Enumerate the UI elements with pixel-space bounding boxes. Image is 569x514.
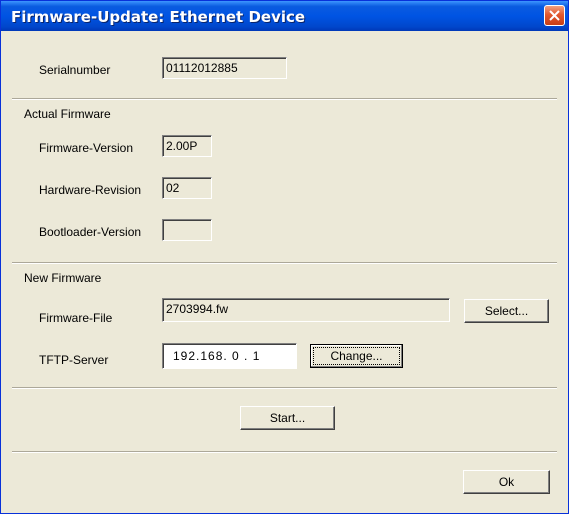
serialnumber-field: 01112012885 xyxy=(162,57,287,79)
window-title: Firmware-Update: Ethernet Device xyxy=(11,8,306,26)
bootloader-version-field xyxy=(162,219,212,241)
start-button[interactable]: Start... xyxy=(240,406,335,430)
tftp-server-ip-input[interactable]: 192.168. 0 . 1 xyxy=(162,343,297,369)
close-icon xyxy=(549,10,560,21)
separator xyxy=(12,98,557,100)
change-button-label: Change... xyxy=(330,348,383,363)
change-button[interactable]: Change... xyxy=(310,344,403,368)
firmware-version-field: 2.00P xyxy=(162,135,212,157)
ok-button-label: Ok xyxy=(498,474,515,489)
bootloader-version-label: Bootloader-Version xyxy=(39,225,142,239)
hardware-revision-label: Hardware-Revision xyxy=(39,183,142,197)
ok-button[interactable]: Ok xyxy=(463,470,550,494)
serialnumber-label: Serialnumber xyxy=(39,63,111,77)
start-button-label: Start... xyxy=(269,410,306,425)
firmware-file-label: Firmware-File xyxy=(39,311,113,325)
tftp-server-label: TFTP-Server xyxy=(39,353,109,367)
select-button-label: Select... xyxy=(484,303,529,318)
select-button[interactable]: Select... xyxy=(464,299,549,323)
close-button[interactable] xyxy=(544,5,565,26)
firmware-version-label: Firmware-Version xyxy=(39,141,134,155)
title-bar[interactable]: Firmware-Update: Ethernet Device xyxy=(1,1,568,31)
hardware-revision-field: 02 xyxy=(162,177,212,199)
new-firmware-heading: New Firmware xyxy=(24,271,102,285)
firmware-file-field: 2703994.fw xyxy=(162,298,450,322)
firmware-update-dialog: Firmware-Update: Ethernet Device Serialn… xyxy=(0,0,569,514)
separator xyxy=(12,451,557,453)
separator xyxy=(12,262,557,264)
actual-firmware-heading: Actual Firmware xyxy=(24,107,111,121)
separator xyxy=(12,387,557,389)
